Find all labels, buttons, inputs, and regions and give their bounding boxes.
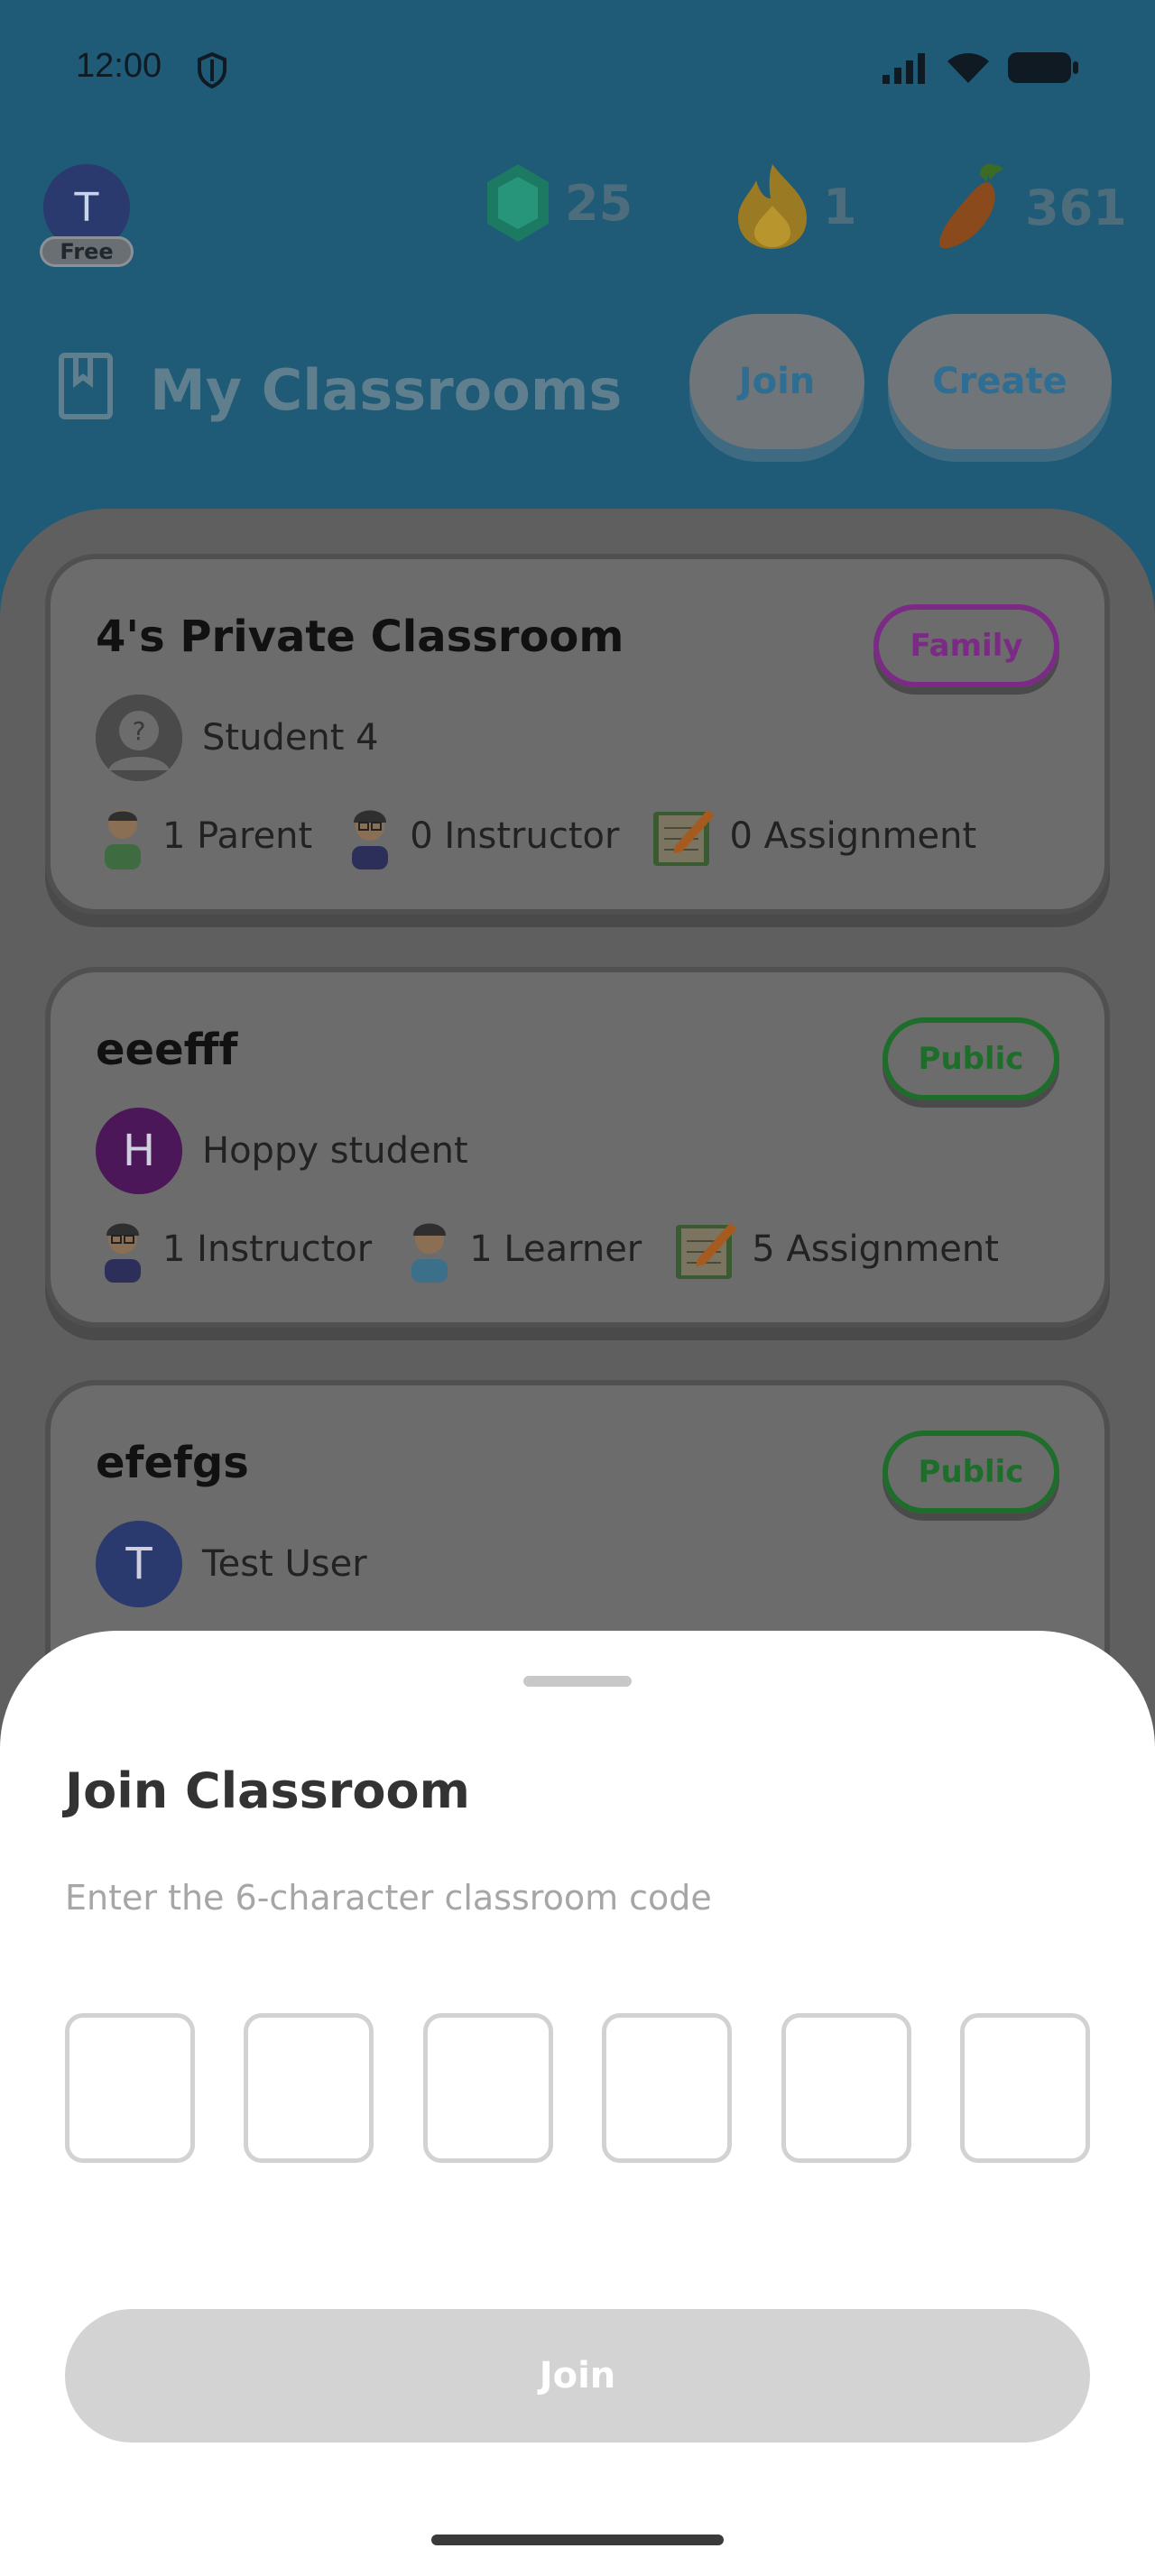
classroom-owner: T Test User: [96, 1521, 367, 1607]
owner-initial: H: [122, 1126, 156, 1176]
page-header: My Classrooms Join Create: [0, 307, 1155, 469]
meta-text: 1 Parent: [162, 815, 313, 857]
meta-instructors: 1 Instructor: [96, 1216, 372, 1283]
gems-count: 25: [565, 174, 633, 232]
create-classroom-button[interactable]: Create: [888, 314, 1112, 449]
home-indicator[interactable]: [431, 2535, 724, 2545]
code-digit-4[interactable]: [602, 2013, 732, 2163]
carrot-icon: [938, 163, 1003, 249]
instructor-avatar-icon: [352, 810, 389, 869]
gems-stat[interactable]: 25: [484, 162, 633, 244]
classroom-card[interactable]: eeefff Public H Hoppy student 1 Instruct…: [45, 967, 1110, 1328]
owner-initial: ?: [133, 716, 146, 746]
classroom-name: eeefff: [96, 1025, 238, 1075]
sheet-subtitle: Enter the 6-character classroom code: [65, 1878, 712, 1918]
owner-avatar: H: [96, 1108, 182, 1194]
owner-avatar: ?: [96, 695, 182, 781]
classroom-type-badge: Public: [882, 1431, 1059, 1513]
carrots-stat[interactable]: 361: [935, 162, 1127, 253]
owner-initial: T: [125, 1539, 152, 1589]
classroom-name: 4's Private Classroom: [96, 612, 624, 662]
battery-icon: [1008, 52, 1078, 83]
meta-text: 1 Instructor: [162, 1228, 373, 1270]
classroom-type-badge: Public: [882, 1017, 1059, 1100]
classroom-meta: 1 Parent 0 Instructor 0 Assignment: [96, 803, 976, 869]
streak-stat[interactable]: 1: [735, 162, 857, 251]
plan-badge: Free: [40, 236, 134, 267]
streak-count: 1: [823, 178, 857, 235]
status-bar: 12:00: [0, 0, 1155, 135]
meta-text: 1 Learner: [469, 1228, 642, 1270]
meta-assignments: 0 Assignment: [650, 803, 976, 869]
bookmark-book-icon: [59, 353, 113, 419]
meta-parents: 1 Parent: [96, 803, 312, 869]
owner-avatar: T: [96, 1521, 182, 1607]
top-bar: T Free 25 1 361: [0, 153, 1155, 280]
notebook-pencil-icon: [676, 1223, 738, 1279]
carrots-count: 361: [1025, 179, 1127, 236]
classroom-card[interactable]: 4's Private Classroom Family ? Student 4: [45, 554, 1110, 915]
join-classroom-sheet: Join Classroom Enter the 6-character cla…: [0, 1631, 1155, 2576]
meta-text: 0 Assignment: [729, 815, 977, 857]
owner-name: Test User: [202, 1543, 367, 1585]
flame-icon: [738, 164, 807, 249]
classroom-code-input: [65, 2013, 1090, 2163]
classroom-type-badge: Family: [873, 604, 1059, 687]
meta-learners: 1 Learner: [402, 1216, 642, 1283]
join-classroom-button[interactable]: Join: [689, 314, 864, 449]
join-submit-button[interactable]: Join: [65, 2309, 1090, 2443]
code-digit-5[interactable]: [781, 2013, 911, 2163]
learner-avatar-icon: [411, 1223, 448, 1283]
owner-name: Hoppy student: [202, 1130, 468, 1172]
unknown-user-icon: ?: [96, 695, 182, 781]
wifi-icon: [947, 53, 989, 83]
meta-assignments: 5 Assignment: [672, 1216, 999, 1283]
sheet-title: Join Classroom: [65, 1762, 470, 1819]
profile-initial: T: [74, 184, 99, 231]
notebook-pencil-icon: [653, 810, 716, 866]
status-time: 12:00: [76, 47, 162, 85]
owner-name: Student 4: [202, 717, 379, 759]
parent-avatar-icon: [105, 810, 141, 869]
status-icons: [881, 51, 1079, 85]
shield-icon: [198, 52, 226, 88]
meta-text: 5 Assignment: [752, 1228, 999, 1270]
code-digit-2[interactable]: [244, 2013, 374, 2163]
classroom-owner: H Hoppy student: [96, 1108, 468, 1194]
signal-icon: [882, 53, 925, 84]
meta-instructors: 0 Instructor: [343, 803, 619, 869]
gem-icon: [487, 164, 549, 242]
code-digit-6[interactable]: [960, 2013, 1090, 2163]
instructor-avatar-icon: [105, 1223, 141, 1283]
page-title: My Classrooms: [150, 357, 623, 423]
classroom-owner: ? Student 4: [96, 695, 379, 781]
code-digit-1[interactable]: [65, 2013, 195, 2163]
sheet-drag-handle[interactable]: [523, 1676, 632, 1687]
classroom-name: efefgs: [96, 1438, 249, 1488]
code-digit-3[interactable]: [423, 2013, 553, 2163]
classroom-meta: 1 Instructor 1 Learner 5 Assignment: [96, 1216, 999, 1283]
meta-text: 0 Instructor: [410, 815, 620, 857]
